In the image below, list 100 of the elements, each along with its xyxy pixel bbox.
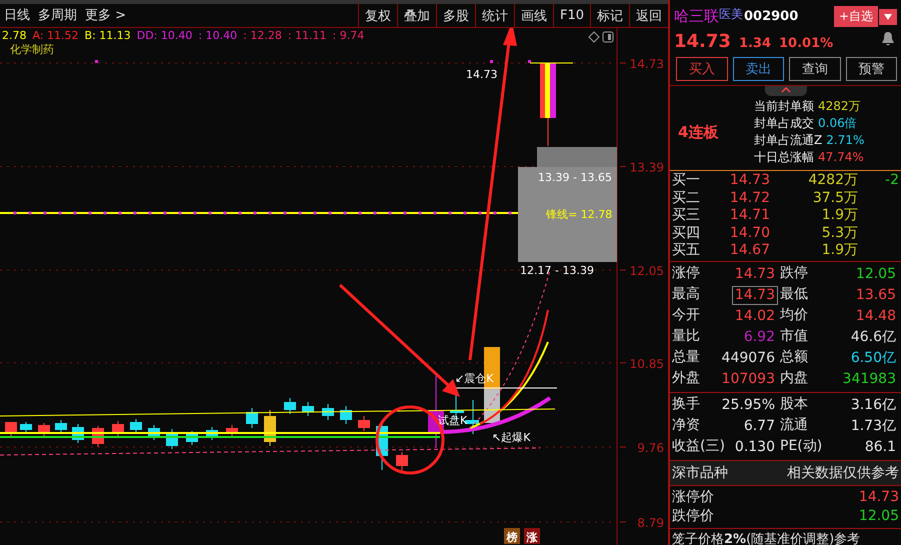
- action-button[interactable]: 预警: [846, 57, 897, 81]
- quote-value: 25.95%: [720, 396, 776, 414]
- last-price: 14.73: [674, 31, 731, 52]
- price-line: [530, 62, 574, 64]
- bid-volume: 1.9万: [820, 242, 858, 260]
- action-button[interactable]: 买入: [676, 57, 728, 81]
- bid-change: -2: [885, 172, 899, 188]
- candlestick: [148, 424, 160, 440]
- quote-value: 14.02: [734, 306, 776, 326]
- quote-value: 449076: [720, 348, 776, 368]
- action-button[interactable]: 查询: [789, 57, 840, 81]
- period-menu-item[interactable]: 更多 >: [81, 4, 130, 27]
- dropdown-icon[interactable]: [879, 8, 897, 24]
- stat-label: 封单占成交: [754, 115, 814, 132]
- price-axis-label: 13.39: [630, 160, 664, 175]
- legend-value: A: 11.52: [32, 29, 79, 43]
- chart-badge[interactable]: 涨: [524, 528, 540, 544]
- stock-code: 002900: [744, 9, 798, 24]
- candlestick: [72, 424, 84, 444]
- candlestick: [186, 430, 198, 446]
- candlestick: [112, 420, 124, 436]
- market-label: 深市品种: [672, 464, 728, 482]
- bid-price: 14.73: [728, 172, 770, 190]
- stat-value: 47.74%: [818, 149, 864, 166]
- quote-value: 86.1: [864, 438, 897, 456]
- disclaimer-text: 相关数据仅供参考: [787, 464, 899, 482]
- candlestick: [322, 404, 334, 420]
- percent-change: 10.01%: [779, 36, 834, 51]
- action-button[interactable]: 卖出: [732, 57, 784, 81]
- stat-label: 十日总涨幅: [754, 149, 814, 166]
- price-axis-label: 9.76: [637, 441, 664, 456]
- stat-value: 0.06倍: [818, 115, 857, 132]
- sector-label: 化学制药: [9, 43, 55, 57]
- bid-price: 14.70: [728, 224, 770, 242]
- quote-value: 14.73: [732, 286, 778, 304]
- quote-label: 外盘: [672, 368, 701, 388]
- add-watchlist-button[interactable]: +自选: [834, 6, 878, 27]
- quote-label: 收益(三): [672, 436, 726, 456]
- limit-value: 12.05: [858, 506, 899, 526]
- chart-badge[interactable]: 榜: [504, 528, 520, 544]
- stat-label: 封单占流通Z: [754, 132, 822, 149]
- price-axis-label: 10.85: [630, 356, 664, 371]
- bid-price: 14.72: [728, 190, 770, 207]
- price-change: 1.34: [738, 36, 772, 51]
- price-axis-label: 8.79: [637, 516, 664, 530]
- candlestick: [226, 424, 238, 438]
- limit-label: 跌停价: [672, 506, 714, 526]
- bid-volume: 1.9万: [820, 207, 858, 224]
- toolbar-button[interactable]: F10: [552, 4, 590, 27]
- streak-label: 4连板: [678, 122, 720, 142]
- chevron-up-icon: [780, 87, 790, 93]
- candlestick: [396, 452, 408, 472]
- quote-value: 341983: [842, 370, 897, 388]
- quote-value: 13.65: [854, 286, 897, 304]
- toolbar-button[interactable]: 返回: [629, 4, 668, 27]
- toolbar-button[interactable]: 多股: [436, 4, 475, 27]
- diamond-icon[interactable]: [588, 31, 600, 43]
- toolbar-button[interactable]: 标记: [590, 4, 629, 27]
- bid-price: 14.67: [728, 242, 770, 260]
- candlestick: [264, 410, 276, 446]
- candlestick: [358, 416, 370, 432]
- panel-toggle-icon[interactable]: [602, 32, 614, 42]
- quote-label: 均价: [780, 306, 809, 324]
- quote-label: 量比: [672, 326, 701, 346]
- toolbar-button[interactable]: 叠加: [396, 4, 436, 27]
- quote-label: 最高: [672, 284, 701, 304]
- quote-value: 14.48: [854, 306, 897, 326]
- quote-value: 12.05: [854, 264, 897, 284]
- collapse-tab[interactable]: [764, 86, 806, 96]
- period-menu-item[interactable]: 多周期: [34, 4, 81, 27]
- order-level-label: 买二: [672, 190, 701, 207]
- candlestick: [20, 422, 32, 434]
- legend-value: : 9.74: [332, 29, 364, 43]
- quote-label: 涨停: [672, 264, 701, 282]
- range-label: 12.17 - 13.39: [520, 264, 594, 277]
- candlestick: [246, 408, 258, 428]
- quote-label: 今开: [672, 306, 701, 324]
- period-menu-item[interactable]: 日线: [0, 4, 34, 27]
- legend-value: : 11.11: [288, 29, 327, 43]
- quote-value: 6.77: [742, 416, 776, 436]
- quote-label: 市值: [780, 326, 809, 346]
- quote-label: 股本: [780, 394, 809, 414]
- order-level-label: 买一: [672, 172, 701, 190]
- legend-value: : 12.28: [243, 29, 282, 43]
- toolbar-button[interactable]: 复权: [358, 4, 397, 27]
- toolbar-button[interactable]: 画线: [514, 4, 553, 27]
- quote-value: 3.16亿: [850, 396, 897, 414]
- price-cage-note: 笼子价格2%(随基准价调整)参考: [672, 532, 860, 545]
- quote-label: 流通: [780, 416, 809, 434]
- candlestick: [340, 406, 352, 424]
- quote-label: 跌停: [780, 264, 809, 282]
- legend-value: B: 11.13: [84, 29, 131, 43]
- quote-label: PE(动): [780, 436, 824, 456]
- high-price-label: 14.73: [466, 68, 498, 81]
- toolbar-button[interactable]: 统计: [474, 4, 514, 27]
- legend-value: DD: 10.40: [136, 29, 192, 43]
- quote-value: 14.73: [734, 264, 776, 284]
- bell-icon[interactable]: [881, 31, 895, 47]
- stat-value: 4282万: [818, 98, 861, 115]
- limit-label: 涨停价: [672, 488, 714, 506]
